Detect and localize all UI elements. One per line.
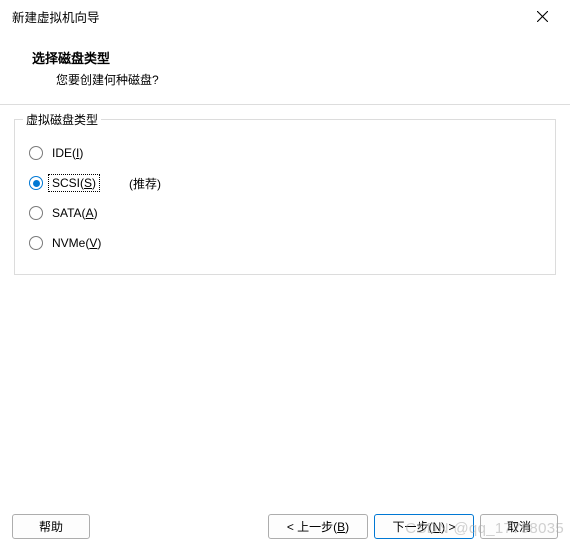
radio-label: IDE(I) bbox=[49, 145, 86, 161]
wizard-header: 选择磁盘类型 您要创建何种磁盘? bbox=[0, 34, 570, 105]
radio-option-nvme[interactable]: NVMe(V) bbox=[29, 228, 541, 258]
radio-hint: (推荐) bbox=[129, 175, 161, 192]
cancel-button[interactable]: 取消 bbox=[480, 514, 558, 539]
radio-icon bbox=[29, 206, 43, 220]
radio-label: SATA(A) bbox=[49, 205, 101, 221]
radio-icon bbox=[29, 236, 43, 250]
radio-label: SCSI(S) bbox=[49, 175, 99, 191]
help-button[interactable]: 帮助 bbox=[12, 514, 90, 539]
radio-option-scsi[interactable]: SCSI(S) (推荐) bbox=[29, 168, 541, 198]
radio-icon bbox=[29, 176, 43, 190]
next-button[interactable]: 下一步(N) > bbox=[374, 514, 474, 539]
window-title: 新建虚拟机向导 bbox=[12, 7, 100, 26]
disk-type-group: 虚拟磁盘类型 IDE(I) SCSI(S) (推荐) SATA(A) NVMe(… bbox=[14, 119, 556, 275]
group-label: 虚拟磁盘类型 bbox=[23, 111, 101, 128]
back-button[interactable]: < 上一步(B) bbox=[268, 514, 368, 539]
radio-option-sata[interactable]: SATA(A) bbox=[29, 198, 541, 228]
close-icon bbox=[537, 11, 548, 22]
page-subtitle: 您要创建何种磁盘? bbox=[56, 71, 558, 88]
radio-option-ide[interactable]: IDE(I) bbox=[29, 138, 541, 168]
page-title: 选择磁盘类型 bbox=[32, 48, 558, 67]
close-button[interactable] bbox=[526, 1, 558, 33]
radio-icon bbox=[29, 146, 43, 160]
radio-label: NVMe(V) bbox=[49, 235, 104, 251]
content-area: 虚拟磁盘类型 IDE(I) SCSI(S) (推荐) SATA(A) NVMe(… bbox=[0, 105, 570, 275]
titlebar: 新建虚拟机向导 bbox=[0, 0, 570, 34]
button-bar: 帮助 < 上一步(B) 下一步(N) > 取消 bbox=[0, 514, 570, 539]
